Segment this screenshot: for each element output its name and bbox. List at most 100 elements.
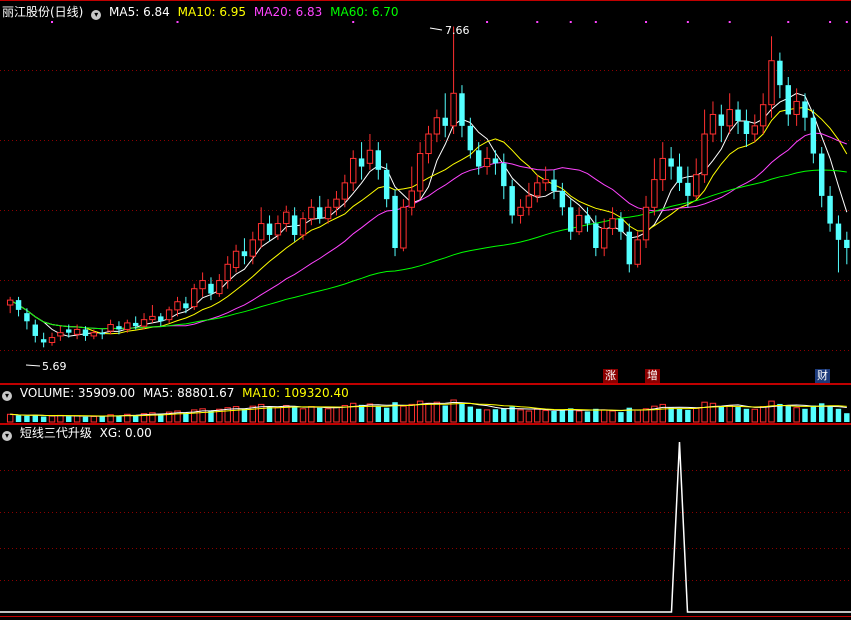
volume-bar-down xyxy=(584,411,591,422)
candle-body-down xyxy=(618,218,624,232)
candle-body-up xyxy=(793,100,800,115)
candle-body-up xyxy=(274,223,282,236)
volume-bar-up xyxy=(6,413,14,423)
indicator-panel-header: ▾ 短线三代升级 XG: 0.00 xyxy=(2,425,156,441)
volume-bar-down xyxy=(559,409,566,422)
candle-body-up xyxy=(759,104,767,127)
candle-body-up xyxy=(216,280,223,295)
candle-body-up xyxy=(600,227,608,249)
volume-bar-down xyxy=(442,405,448,422)
signal-dot xyxy=(536,21,539,23)
volume-bar-down xyxy=(266,406,273,422)
candle-body-down xyxy=(735,109,741,121)
chevron-down-icon[interactable]: ▾ xyxy=(2,431,12,441)
volume-bar-down xyxy=(66,416,72,422)
candle-body-down xyxy=(15,300,22,310)
signal-dot xyxy=(569,21,572,23)
candle-body-up xyxy=(232,250,240,269)
signal-dot xyxy=(686,21,689,23)
volume-bar-up xyxy=(517,409,524,423)
candle-body-up xyxy=(709,113,717,135)
candle-body-down xyxy=(32,324,39,336)
volume-bar-down xyxy=(492,409,499,422)
candle-body-up xyxy=(224,263,231,282)
candle-body-up xyxy=(124,322,131,330)
candle-body-down xyxy=(158,316,164,322)
ma60-legend: MA60: 6.70 xyxy=(330,5,399,19)
signal-dot xyxy=(486,21,489,23)
volume-bar-down xyxy=(358,404,365,422)
candle-body-down xyxy=(241,251,248,257)
signal-dot xyxy=(51,21,54,23)
event-tag-finance[interactable]: 财 xyxy=(815,369,830,383)
candle-body-down xyxy=(24,313,30,322)
volume-bar-down xyxy=(459,402,465,422)
volume-bar-up xyxy=(333,406,340,423)
candle-body-down xyxy=(116,326,122,330)
volume-bar-up xyxy=(450,399,457,423)
volume-bar-up xyxy=(400,405,407,423)
volume-bar-up xyxy=(57,414,64,423)
candle-body-down xyxy=(810,117,817,154)
candle-body-down xyxy=(818,153,825,196)
volume-bar-down xyxy=(785,405,791,422)
candle-body-up xyxy=(366,149,374,164)
volume-bar-up xyxy=(759,406,767,423)
candle-body-down xyxy=(593,223,599,248)
ma10-legend: MA10: 6.95 xyxy=(177,5,247,19)
volume-bar-up xyxy=(726,405,733,423)
grid-lines xyxy=(0,0,851,617)
candle-body-down xyxy=(492,158,499,164)
candle-body-up xyxy=(73,328,81,335)
chevron-down-icon[interactable]: ▾ xyxy=(91,10,102,20)
candle-body-down xyxy=(501,163,507,187)
candle-body-up xyxy=(257,223,265,241)
event-tag-up[interactable]: 涨 xyxy=(603,369,618,383)
signal-dots xyxy=(51,21,848,23)
volume-bar-down xyxy=(810,405,817,422)
chevron-down-icon[interactable]: ▾ xyxy=(2,391,12,401)
candle-body-up xyxy=(57,332,64,337)
volume-bar-up xyxy=(525,410,533,423)
volume-bar-down xyxy=(32,414,39,422)
volume-bar-down xyxy=(132,415,139,422)
event-tag-increase[interactable]: 增 xyxy=(645,369,660,383)
volume-bar-up xyxy=(308,406,315,423)
candle-body-up xyxy=(48,337,56,343)
candle-body-up xyxy=(191,288,198,308)
volume-bar-down xyxy=(777,403,783,422)
candle-body-down xyxy=(132,322,139,327)
candle-body-up xyxy=(416,153,424,192)
volume-bar-down xyxy=(551,411,557,422)
low-pointer xyxy=(25,364,41,367)
candle-body-up xyxy=(283,211,290,225)
volume-bars xyxy=(6,399,850,423)
candle-body-down xyxy=(626,231,633,265)
volume-bar-down xyxy=(593,408,599,422)
candle-body-down xyxy=(743,120,750,134)
candle-body-up xyxy=(165,309,173,321)
volume-bar-down xyxy=(743,408,750,422)
candle-body-up xyxy=(149,315,156,321)
candle-body-up xyxy=(651,179,658,208)
candle-body-down xyxy=(509,186,515,216)
signal-dot xyxy=(728,21,731,23)
candle-body-down xyxy=(467,125,474,151)
volume-bar-down xyxy=(24,415,30,422)
volume-bar-down xyxy=(618,412,624,422)
candle-body-down xyxy=(827,195,833,224)
candle-body-up xyxy=(425,133,432,155)
volume-bar-down xyxy=(844,413,850,422)
candle-body-up xyxy=(299,218,307,236)
volume-bar-down xyxy=(383,407,390,422)
candle-body-down xyxy=(183,303,189,309)
candle-body-down xyxy=(835,223,842,240)
indicator-line xyxy=(0,441,851,613)
stock-title: 丽江股份(日线) xyxy=(2,5,84,19)
candle-body-down xyxy=(375,150,382,170)
volume-bar-up xyxy=(542,410,549,423)
volume-bar-down xyxy=(668,407,674,422)
volume-bar-down xyxy=(99,416,105,422)
volume-bar-up xyxy=(425,402,432,423)
volume-bar-up xyxy=(299,408,307,423)
